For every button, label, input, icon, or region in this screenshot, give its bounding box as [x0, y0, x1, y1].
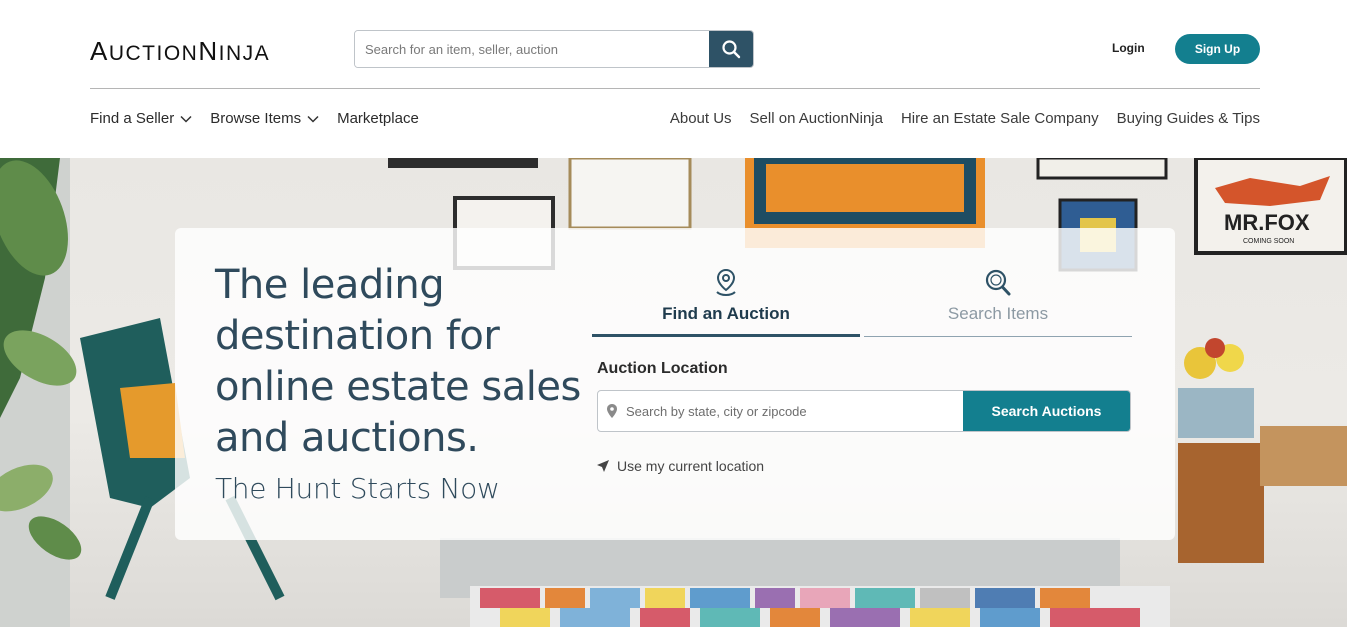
logo-text: INJA [218, 42, 271, 65]
signup-button[interactable]: Sign Up [1175, 34, 1260, 64]
login-link[interactable]: Login [1112, 41, 1145, 55]
site-search-input[interactable] [355, 31, 709, 67]
nav-find-seller[interactable]: Find a Seller [90, 110, 192, 127]
nav-label: Browse Items [210, 110, 302, 127]
chevron-down-icon [180, 115, 192, 123]
nav-about-us[interactable]: About Us [670, 110, 732, 127]
chevron-down-icon [307, 115, 319, 123]
location-input[interactable] [626, 391, 963, 431]
tab-find-auction[interactable]: Find an Auction [592, 268, 860, 337]
logo-text: UCTION [108, 42, 199, 65]
location-pin-icon [716, 268, 736, 296]
logo-text: N [198, 36, 219, 66]
site-logo[interactable]: AUCTIONNINJA [90, 36, 270, 67]
hero-subhead: The Hunt Starts Now [215, 472, 500, 505]
header-divider [90, 88, 1260, 89]
map-pin-icon [607, 404, 617, 418]
hero-section: MR.FOX COMING SOON The leading destinati… [0, 158, 1347, 627]
search-submit-button[interactable] [709, 31, 753, 67]
poster-subtext: COMING SOON [1243, 238, 1294, 245]
secondary-nav: About Us Sell on AuctionNinja Hire an Es… [670, 110, 1260, 127]
nav-label: Marketplace [337, 110, 419, 127]
search-icon [722, 40, 741, 59]
search-auctions-button[interactable]: Search Auctions [963, 391, 1130, 431]
search-icon [985, 269, 1011, 296]
tab-label: Find an Auction [592, 304, 860, 337]
use-current-location-link[interactable]: Use my current location [597, 458, 764, 474]
nav-label: Find a Seller [90, 110, 175, 127]
poster-text: MR.FOX [1224, 210, 1310, 235]
nav-hire-estate-company[interactable]: Hire an Estate Sale Company [901, 110, 1099, 127]
rug-pattern [470, 586, 1170, 627]
auction-location-label: Auction Location [597, 360, 728, 377]
nav-buying-guides[interactable]: Buying Guides & Tips [1117, 110, 1260, 127]
use-location-label: Use my current location [617, 458, 765, 474]
auction-location-search: Search Auctions [597, 390, 1131, 432]
tab-search-items[interactable]: Search Items [864, 268, 1132, 337]
primary-nav: Find a Seller Browse Items Marketplace [90, 110, 419, 127]
nav-marketplace[interactable]: Marketplace [337, 110, 419, 127]
logo-text: A [90, 36, 109, 66]
nav-browse-items[interactable]: Browse Items [210, 110, 319, 127]
location-arrow-icon [597, 460, 609, 472]
hero-headline: The leading destination for online estat… [215, 262, 581, 461]
hero-search-panel: The leading destination for online estat… [175, 228, 1175, 540]
nav-sell[interactable]: Sell on AuctionNinja [750, 110, 883, 127]
tab-label: Search Items [864, 304, 1132, 337]
site-search-bar [354, 30, 754, 68]
